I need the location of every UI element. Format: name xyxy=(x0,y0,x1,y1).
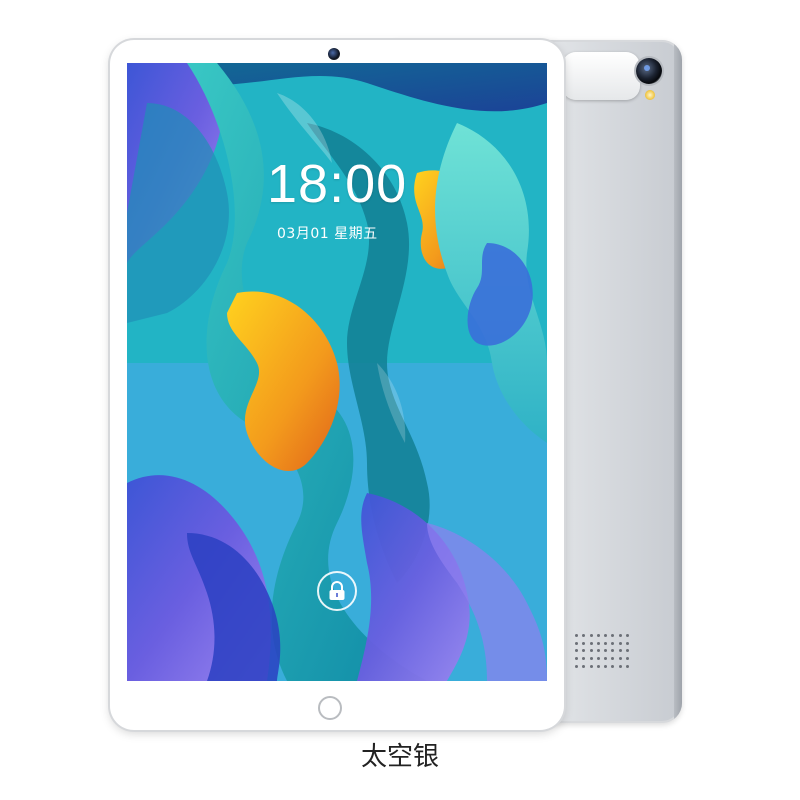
lockscreen-time: 18:00 xyxy=(267,154,408,214)
camera-module xyxy=(562,52,640,100)
front-camera-icon xyxy=(328,48,340,60)
flash-icon xyxy=(645,90,655,100)
lock-icon xyxy=(329,581,345,600)
unlock-button[interactable] xyxy=(317,571,357,611)
home-button-icon[interactable] xyxy=(318,696,342,720)
tablet-front: 18:00 03月01 星期五 xyxy=(110,40,564,730)
rear-camera-icon xyxy=(636,58,662,84)
lockscreen-date: 03月01 星期五 xyxy=(277,226,378,242)
lock-screen[interactable]: 18:00 03月01 星期五 xyxy=(127,63,547,681)
product-stage: 18:00 03月01 星期五 太空银 xyxy=(0,0,800,800)
color-caption: 太空银 xyxy=(360,742,439,772)
back-edge xyxy=(674,40,682,723)
speaker-grille-icon xyxy=(574,633,630,669)
